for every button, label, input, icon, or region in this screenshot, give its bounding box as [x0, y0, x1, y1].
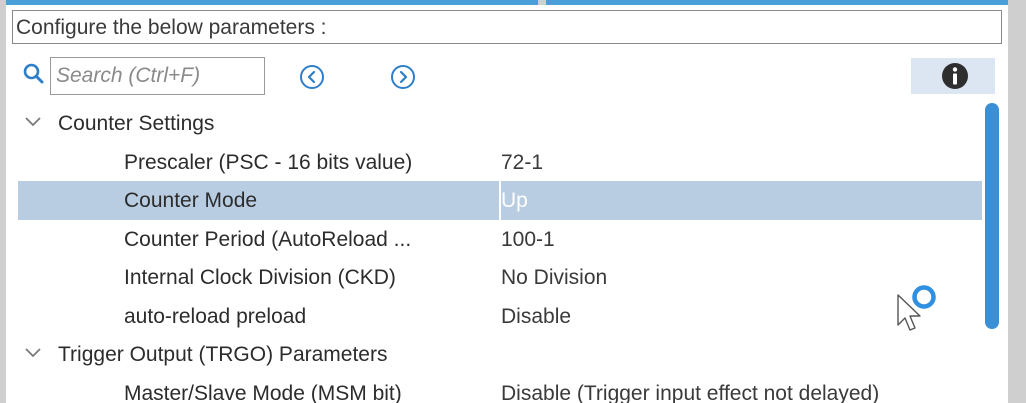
param-value[interactable]: 72-1: [501, 151, 543, 175]
param-label: Counter Period (AutoReload ...: [124, 227, 412, 251]
param-value[interactable]: 100-1: [501, 228, 555, 252]
group-label: Counter Settings: [58, 112, 215, 135]
tree-group-counter-settings[interactable]: Counter Settings: [18, 104, 982, 143]
param-row-counter-period[interactable]: Counter Period (AutoReload ... 100-1: [18, 220, 982, 259]
right-window-edge: [1008, 0, 1026, 403]
group-label: Trigger Output (TRGO) Parameters: [58, 343, 388, 366]
configure-header-text: Configure the below parameters :: [16, 16, 327, 39]
param-value[interactable]: Up: [501, 189, 528, 213]
search-icon[interactable]: [22, 62, 46, 86]
parameter-settings-panel: Configure the below parameters : Search …: [0, 0, 1026, 403]
param-label: Counter Mode: [124, 189, 258, 212]
top-accent-strip: [0, 0, 1026, 5]
param-value[interactable]: No Division: [501, 266, 607, 290]
top-strip-divider: [538, 0, 546, 5]
param-value[interactable]: Disable: [501, 305, 571, 329]
chevron-down-icon[interactable]: [24, 346, 42, 360]
parameter-tree: Counter Settings Prescaler (PSC - 16 bit…: [18, 104, 982, 403]
info-icon: [942, 63, 968, 89]
tree-group-trigger-output[interactable]: Trigger Output (TRGO) Parameters: [18, 335, 982, 374]
param-row-master-slave-mode[interactable]: Master/Slave Mode (MSM bit) Disable (Tri…: [18, 374, 982, 403]
search-input[interactable]: [50, 57, 265, 95]
param-label: Master/Slave Mode (MSM bit): [124, 381, 402, 403]
param-label: auto-reload preload: [124, 304, 307, 328]
param-row-counter-mode[interactable]: Counter Mode Up: [18, 181, 982, 220]
vertical-scrollbar-thumb[interactable]: [985, 103, 999, 329]
chevron-left-circle-icon[interactable]: [298, 63, 326, 91]
param-label: Internal Clock Division (CKD): [124, 266, 396, 289]
param-value[interactable]: Disable (Trigger input effect not delaye…: [501, 382, 879, 403]
left-window-edge: [0, 0, 6, 403]
chevron-right-circle-icon[interactable]: [389, 63, 417, 91]
param-label: Prescaler (PSC - 16 bits value): [124, 150, 413, 174]
param-row-prescaler[interactable]: Prescaler (PSC - 16 bits value) 72-1: [18, 143, 982, 182]
info-button[interactable]: [911, 58, 995, 94]
param-row-auto-reload-preload[interactable]: auto-reload preload Disable: [18, 297, 982, 336]
chevron-down-icon[interactable]: [24, 115, 42, 129]
param-row-clock-division[interactable]: Internal Clock Division (CKD) No Divisio…: [18, 258, 982, 297]
configure-header: Configure the below parameters :: [12, 10, 1002, 44]
